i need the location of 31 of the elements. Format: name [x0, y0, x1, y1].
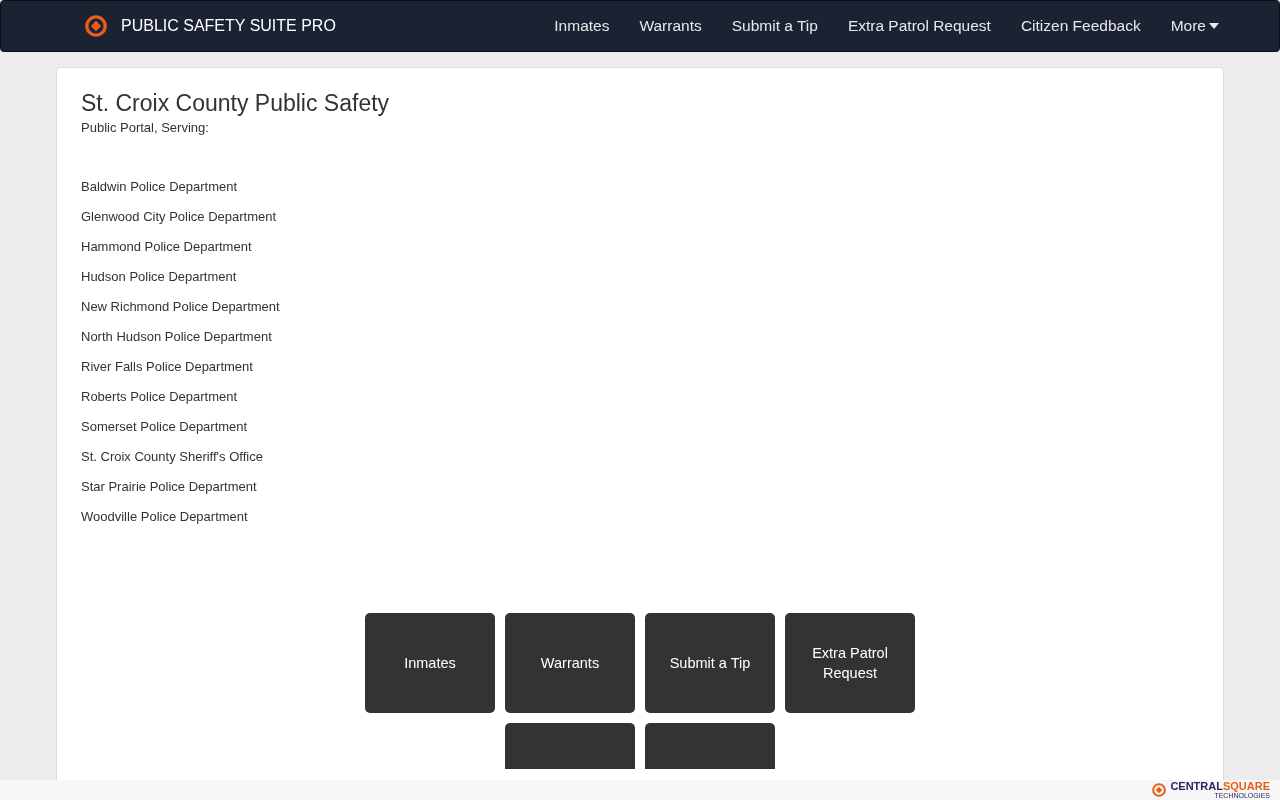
agency-name: Woodville Police Department: [81, 508, 249, 525]
tile-button[interactable]: Submit a Tip: [645, 613, 775, 713]
agency-name: Star Prairie Police Department: [81, 478, 258, 495]
brand-logo-icon: [1152, 783, 1167, 797]
agency-name: Hammond Police Department: [81, 238, 253, 255]
agency-name: North Hudson Police Department: [81, 328, 273, 345]
tile-button[interactable]: Extra Patrol Request: [785, 613, 915, 713]
agency-name: Glenwood City Police Department: [81, 208, 278, 225]
agency-name: Somerset Police Department: [81, 418, 249, 435]
tile-button[interactable]: Inmates: [365, 613, 495, 713]
agency-name: St. Croix County Sheriff's Office: [81, 448, 264, 465]
nav-link[interactable]: More: [1170, 17, 1219, 35]
tile-button[interactable]: [505, 723, 635, 769]
agency-name: Roberts Police Department: [81, 388, 239, 405]
tile-button[interactable]: Warrants: [505, 613, 635, 713]
agency-name: New Richmond Police Department: [81, 298, 281, 315]
agency-name: Hudson Police Department: [81, 268, 238, 285]
caret-icon: [1209, 23, 1219, 29]
agency-name: River Falls Police Department: [81, 358, 254, 375]
nav-link[interactable]: Extra Patrol Request: [847, 17, 991, 35]
brand-name[interactable]: PUBLIC SAFETY SUITE PRO: [121, 17, 336, 35]
nav-link[interactable]: Warrants: [639, 17, 702, 35]
agency-name: Baldwin Police Department: [81, 178, 239, 195]
page-subtitle: Public Portal, Serving:: [81, 120, 210, 135]
tile-button[interactable]: [645, 723, 775, 769]
nav-link[interactable]: Inmates: [554, 17, 610, 35]
brand-logo-icon: [85, 15, 107, 37]
page-title: St. Croix County Public Safety: [81, 90, 391, 117]
footer-logo-text: CENTRALSQUARE: [1170, 781, 1270, 792]
nav-link[interactable]: Submit a Tip: [731, 17, 818, 35]
nav-link[interactable]: Citizen Feedback: [1020, 17, 1141, 35]
